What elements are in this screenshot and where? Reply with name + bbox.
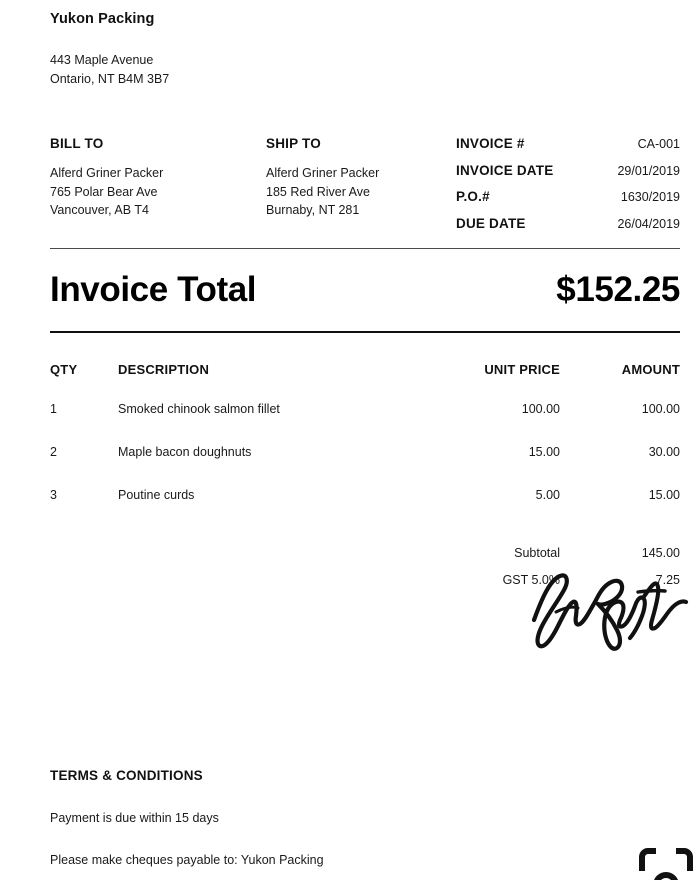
ship-to-address: Alferd Griner Packer 185 Red River Ave B…	[266, 164, 379, 220]
cell-unit-price: 100.00	[521, 402, 560, 416]
cell-amount: 15.00	[648, 488, 680, 502]
column-header-qty: QTY	[50, 362, 78, 377]
due-date-value: 26/04/2019	[617, 216, 680, 231]
cell-amount: 100.00	[641, 402, 680, 416]
invoice-total-band: Invoice Total $152.25	[50, 249, 680, 331]
bill-to-line: 765 Polar Bear Ave	[50, 184, 158, 199]
company-header: Yukon Packing 443 Maple Avenue Ontario, …	[50, 11, 680, 88]
ship-to-title: SHIP TO	[266, 136, 321, 151]
column-header-description: DESCRIPTION	[118, 362, 210, 377]
cell-qty: 2	[50, 445, 57, 459]
purchase-order-label: P.O.#	[456, 189, 490, 204]
signature-image	[520, 558, 690, 663]
invoice-date-row: INVOICE DATE 29/01/2019	[456, 163, 680, 190]
cell-qty: 1	[50, 402, 57, 416]
divider-below-total	[50, 331, 680, 333]
bill-to-line: Alferd Griner Packer	[50, 166, 164, 180]
invoice-number-value: CA-001	[637, 137, 680, 151]
line-items-table: QTY DESCRIPTION UNIT PRICE AMOUNT 1 Smok…	[50, 362, 680, 531]
bill-to-address: Alferd Griner Packer 765 Polar Bear Ave …	[50, 164, 163, 220]
invoice-meta-block: INVOICE # CA-001 INVOICE DATE 29/01/2019…	[456, 136, 680, 242]
terms-and-conditions: TERMS & CONDITIONS Payment is due within…	[50, 768, 610, 867]
cell-unit-price: 15.00	[528, 445, 560, 459]
table-header-row: QTY DESCRIPTION UNIT PRICE AMOUNT	[50, 362, 680, 402]
cell-qty: 3	[50, 488, 57, 502]
bill-to-title: BILL TO	[50, 136, 104, 151]
company-address-line: 443 Maple Avenue	[50, 53, 154, 67]
invoice-body: Yukon Packing 443 Maple Avenue Ontario, …	[50, 0, 680, 600]
cell-description: Poutine curds	[118, 488, 195, 502]
table-row: 3 Poutine curds 5.00 15.00	[50, 488, 680, 531]
cell-description: Maple bacon doughnuts	[118, 445, 252, 459]
ship-to-line: Alferd Griner Packer	[266, 166, 380, 180]
terms-line: Payment is due within 15 days	[50, 811, 219, 825]
ship-to-line: Burnaby, NT 281	[266, 203, 360, 217]
terms-line: Please make cheques payable to: Yukon Pa…	[50, 853, 324, 867]
purchase-order-row: P.O.# 1630/2019	[456, 189, 680, 216]
invoice-number-label: INVOICE #	[456, 136, 525, 151]
ship-to-line: 185 Red River Ave	[266, 184, 370, 199]
ship-to-block: SHIP TO Alferd Griner Packer 185 Red Riv…	[266, 136, 379, 220]
column-header-amount: AMOUNT	[621, 362, 680, 377]
cell-amount: 30.00	[648, 445, 680, 459]
due-date-label: DUE DATE	[456, 215, 526, 231]
parties-and-meta: BILL TO Alferd Griner Packer 765 Polar B…	[50, 136, 680, 231]
purchase-order-value: 1630/2019	[620, 190, 680, 204]
invoice-date-label: INVOICE DATE	[456, 162, 554, 178]
column-header-unit-price: UNIT PRICE	[484, 362, 560, 377]
cell-unit-price: 5.00	[535, 488, 560, 502]
invoice-total-value: $152.25	[556, 270, 680, 309]
company-address-line: Ontario, NT B4M 3B7	[50, 71, 170, 86]
invoice-number-row: INVOICE # CA-001	[456, 136, 680, 163]
invoice-date-value: 29/01/2019	[617, 163, 680, 178]
invoice-page: Yukon Packing 443 Maple Avenue Ontario, …	[0, 0, 699, 880]
table-row: 2 Maple bacon doughnuts 15.00 30.00	[50, 445, 680, 488]
bill-to-block: BILL TO Alferd Griner Packer 765 Polar B…	[50, 136, 163, 220]
due-date-row: DUE DATE 26/04/2019	[456, 216, 680, 243]
bill-to-line: Vancouver, AB T4	[50, 203, 149, 217]
cell-description: Smoked chinook salmon fillet	[118, 402, 280, 416]
company-address: 443 Maple Avenue Ontario, NT B4M 3B7	[50, 51, 680, 88]
table-row: 1 Smoked chinook salmon fillet 100.00 10…	[50, 402, 680, 445]
company-name: Yukon Packing	[50, 11, 155, 27]
terms-title: TERMS & CONDITIONS	[50, 768, 203, 783]
seal-stamp-icon	[636, 843, 696, 880]
invoice-total-label: Invoice Total	[50, 270, 257, 309]
